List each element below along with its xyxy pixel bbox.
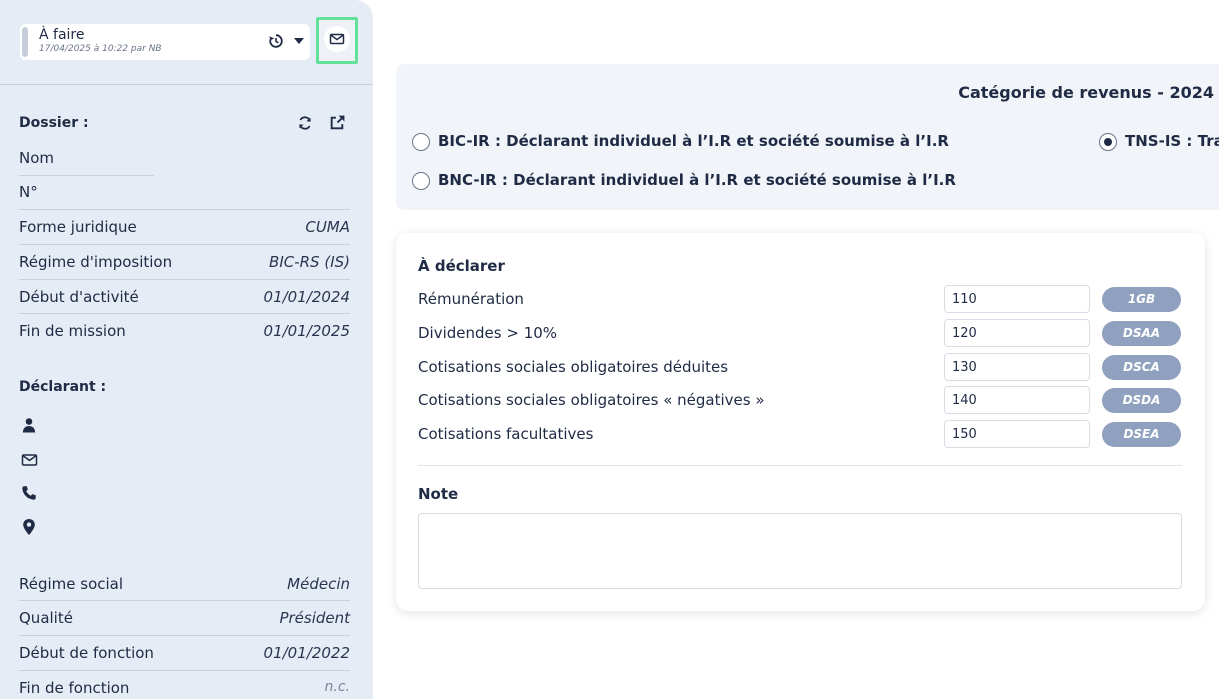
row-label: Régime d'imposition	[19, 253, 173, 271]
row-value: 01/01/2025	[263, 322, 350, 340]
declare-title: À déclarer	[418, 257, 505, 275]
line-item-code-badge: DSAA	[1102, 321, 1181, 346]
line-item-input[interactable]	[944, 420, 1090, 448]
line-item-label: Rémunération	[418, 290, 524, 308]
line-item-code-badge: DSDA	[1102, 388, 1181, 413]
row-label: Début de fonction	[19, 644, 154, 662]
row-divider	[19, 635, 350, 636]
row-value: 01/01/2024	[263, 288, 350, 306]
row-label: Forme juridique	[19, 218, 137, 236]
line-item-code-badge: DSCA	[1102, 355, 1181, 380]
line-item-label: Cotisations sociales obligatoires « néga…	[418, 391, 765, 409]
line-item-label: Cotisations sociales obligatoires déduit…	[418, 358, 729, 376]
card-divider	[418, 465, 1182, 466]
declarant-row-qualite: Qualité Président	[19, 609, 350, 643]
declarant-row-debut-fonction: Début de fonction 01/01/2022	[19, 644, 350, 678]
status-selector[interactable]: À faire 17/04/2025 à 10:22 par NB	[20, 24, 310, 60]
row-divider	[19, 670, 350, 671]
row-label: Régime social	[19, 575, 124, 593]
phone-icon[interactable]	[21, 485, 37, 501]
line-item-input[interactable]	[944, 353, 1090, 381]
line-item-code-badge: DSEA	[1102, 422, 1181, 447]
dossier-row-nom: Nom	[19, 149, 350, 183]
income-category-title: Catégorie de revenus - 2024	[958, 83, 1214, 102]
line-item-input[interactable]	[944, 319, 1090, 347]
external-link-icon[interactable]	[329, 114, 346, 131]
row-label: Qualité	[19, 609, 73, 627]
line-item-dividendes: Dividendes > 10% DSAA	[418, 319, 1182, 349]
row-label: Nom	[19, 149, 55, 167]
radio-label-bic-ir[interactable]: BIC-IR : Déclarant individuel à l’I.R et…	[438, 132, 949, 150]
dossier-row-debut-activite: Début d'activité 01/01/2024	[19, 288, 350, 322]
line-item-label: Dividendes > 10%	[418, 324, 558, 342]
row-value: Médecin	[287, 575, 350, 593]
row-divider	[19, 175, 154, 176]
radio-bnc-ir[interactable]	[412, 172, 430, 190]
declarant-title: Déclarant :	[19, 379, 107, 395]
income-category-panel: Catégorie de revenus - 2024 BIC-IR : Déc…	[396, 64, 1219, 210]
line-item-input[interactable]	[944, 386, 1090, 414]
history-icon[interactable]	[268, 33, 284, 49]
line-item-code-badge: 1GB	[1102, 287, 1181, 312]
line-item-cotisations-deduites: Cotisations sociales obligatoires déduit…	[418, 353, 1182, 383]
row-label: Début d'activité	[19, 288, 139, 306]
declaration-card: À déclarer Rémunération 1GB Dividendes >…	[396, 233, 1205, 611]
note-textarea[interactable]	[418, 513, 1182, 589]
sidebar-divider	[0, 84, 373, 85]
declarant-row-fin-fonction: Fin de fonction n.c.	[19, 679, 350, 699]
radio-tns-is[interactable]	[1099, 133, 1117, 151]
dossier-row-fin-mission: Fin de mission 01/01/2025	[19, 322, 350, 356]
row-label: Fin de mission	[19, 322, 126, 340]
caret-down-icon[interactable]	[294, 38, 304, 44]
row-divider	[19, 313, 350, 314]
dossier-row-numero: N°	[19, 183, 350, 217]
sidebar: À faire 17/04/2025 à 10:22 par NB Dossie…	[0, 0, 373, 699]
dossier-title: Dossier :	[19, 115, 89, 131]
row-value: 01/01/2022	[263, 644, 350, 662]
row-divider	[19, 600, 350, 601]
row-divider	[19, 209, 350, 210]
status-label: À faire	[39, 27, 85, 43]
dossier-row-regime-imposition: Régime d'imposition BIC-RS (IS)	[19, 253, 350, 287]
row-divider	[19, 279, 350, 280]
declarant-row-regime-social: Régime social Médecin	[19, 575, 350, 609]
row-value: CUMA	[305, 218, 350, 236]
dossier-row-forme-juridique: Forme juridique CUMA	[19, 218, 350, 252]
radio-label-bnc-ir[interactable]: BNC-IR : Déclarant individuel à l’I.R et…	[438, 171, 956, 189]
radio-label-tns-is[interactable]: TNS-IS : Tra	[1125, 132, 1219, 150]
user-icon	[22, 418, 36, 433]
line-item-input[interactable]	[944, 285, 1090, 313]
line-item-cotisations-facultatives: Cotisations facultatives DSEA	[418, 420, 1182, 450]
note-title: Note	[418, 485, 459, 503]
mail-icon[interactable]	[21, 452, 38, 468]
status-color-bar	[22, 27, 28, 57]
status-subtext: 17/04/2025 à 10:22 par NB	[39, 44, 162, 54]
row-label: Fin de fonction	[19, 679, 130, 697]
send-mail-button[interactable]	[316, 17, 358, 64]
location-icon	[23, 519, 35, 535]
refresh-icon[interactable]	[297, 115, 313, 131]
radio-bic-ir[interactable]	[412, 133, 430, 151]
line-item-label: Cotisations facultatives	[418, 425, 594, 443]
line-item-remuneration: Rémunération 1GB	[418, 285, 1182, 315]
row-value: n.c.	[324, 679, 350, 695]
line-item-cotisations-negatives: Cotisations sociales obligatoires « néga…	[418, 386, 1182, 416]
row-value: Président	[279, 609, 350, 627]
row-value: BIC-RS (IS)	[269, 253, 350, 271]
mail-icon	[329, 33, 345, 45]
row-divider	[19, 244, 350, 245]
row-label: N°	[19, 183, 38, 201]
